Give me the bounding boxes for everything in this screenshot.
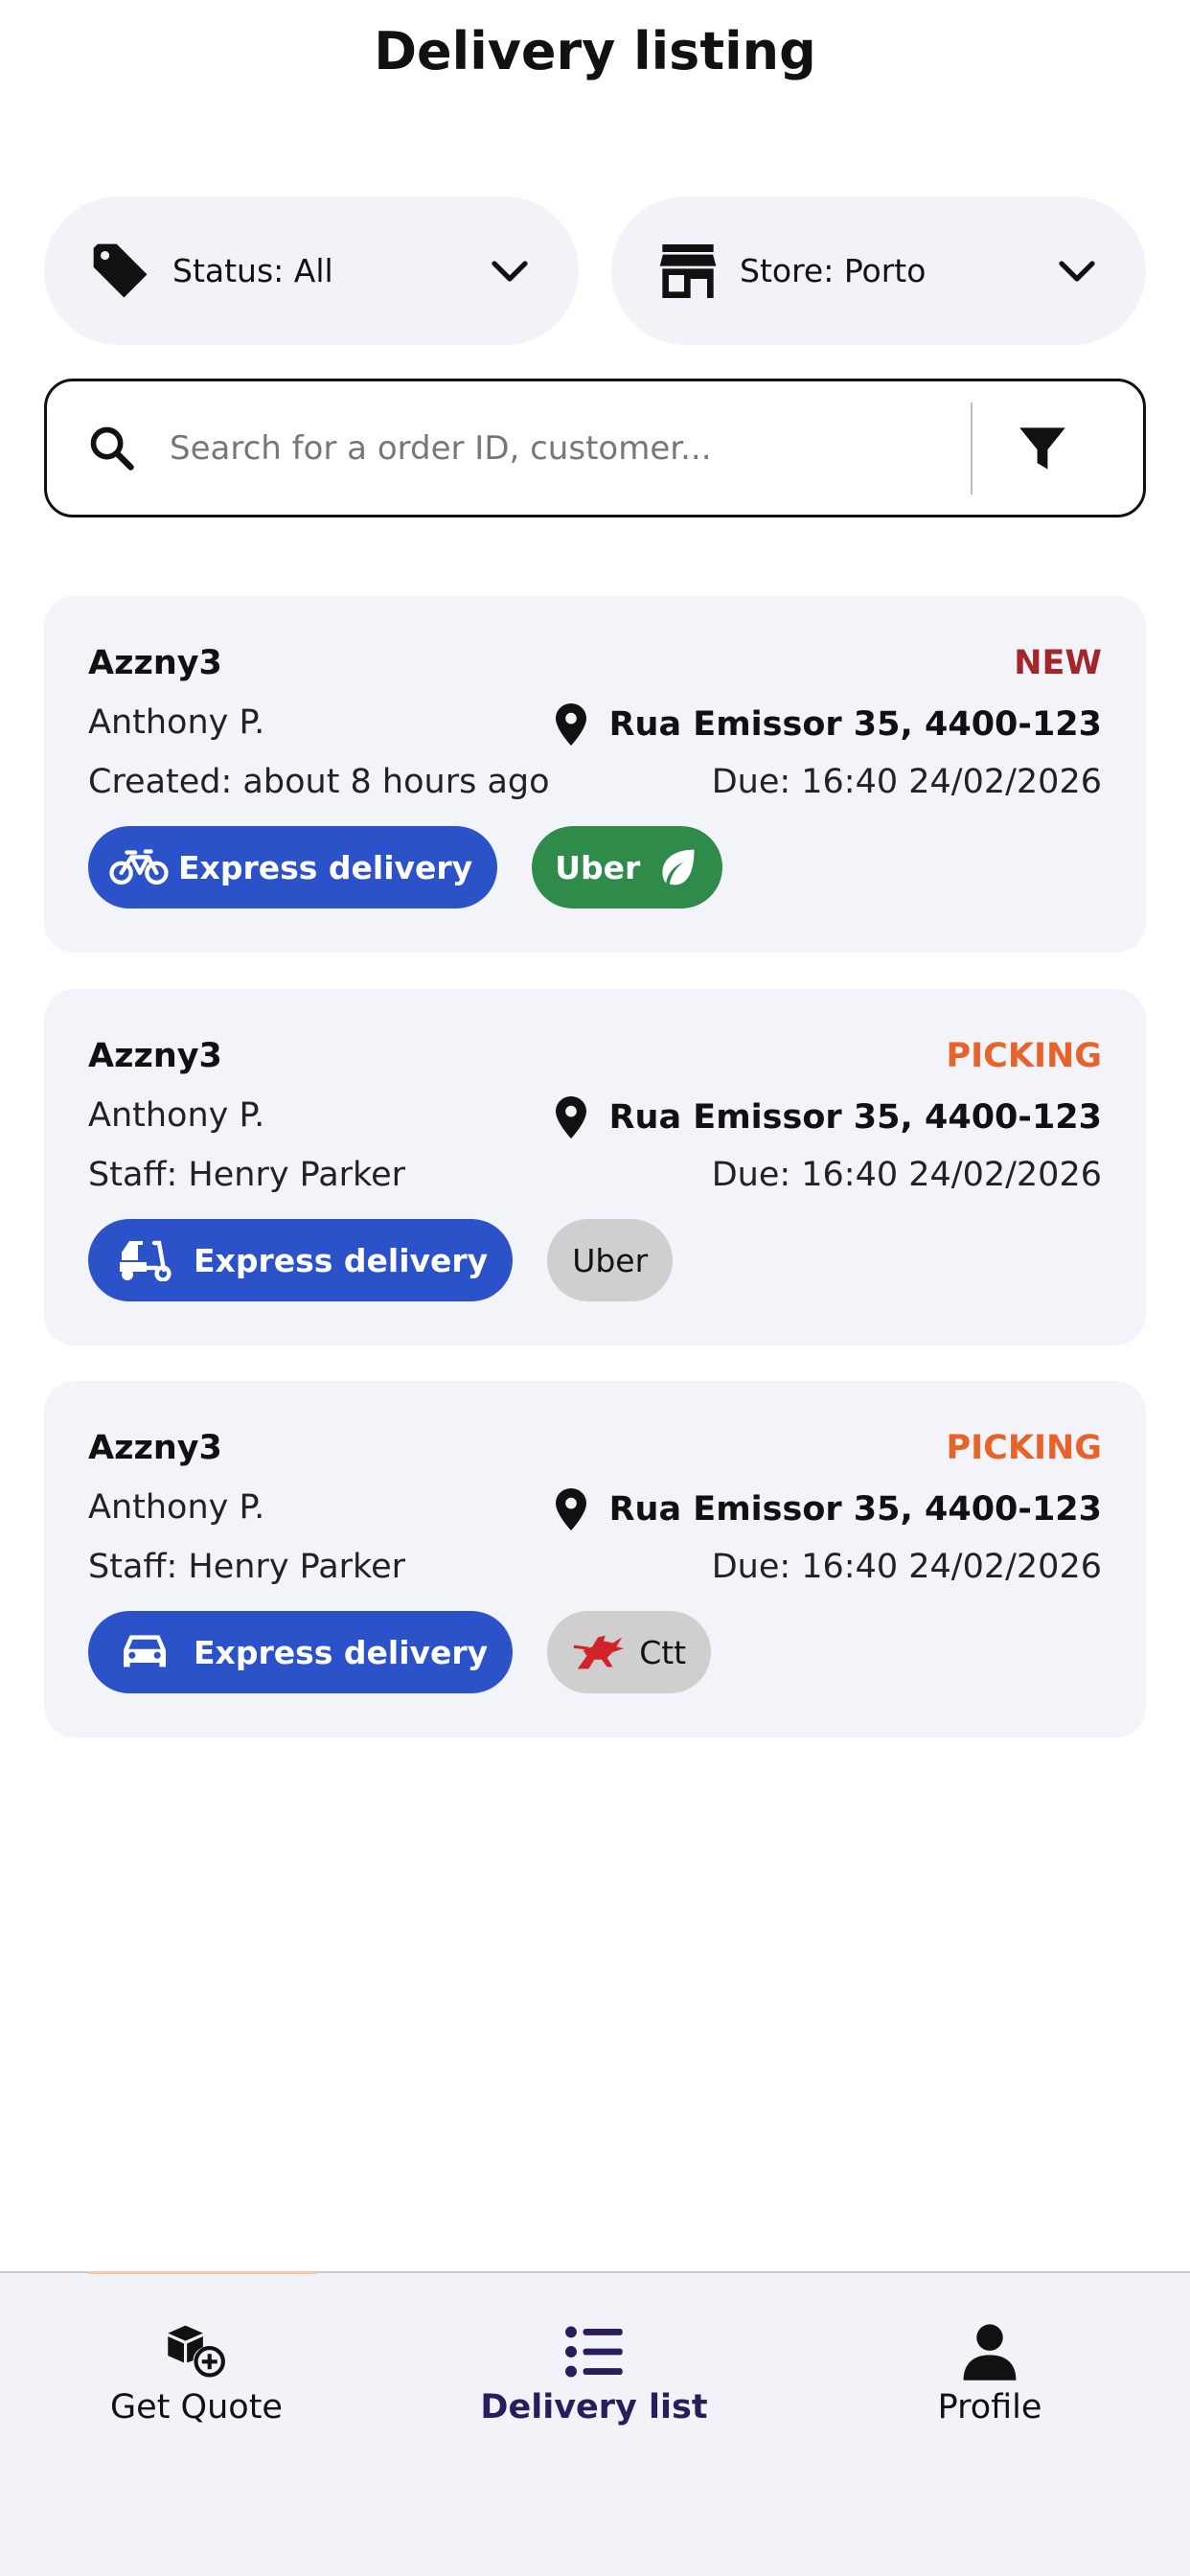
status-filter-label: Status: All [172, 252, 333, 289]
store-filter-label: Store: Porto [740, 252, 927, 289]
order-address-text: Rua Emissor 35, 4400-123 [608, 1098, 1102, 1137]
order-due: Due: 16:40 24/02/2026 [711, 763, 1102, 801]
car-icon [115, 1630, 174, 1674]
location-pin-icon [555, 1488, 586, 1530]
tag-icon [86, 237, 155, 306]
filter-icon [1018, 426, 1065, 470]
store-filter-dropdown[interactable]: Store: Porto [611, 196, 1146, 345]
nav-item-get-quote[interactable]: Get Quote [53, 2323, 340, 2426]
delivery-type-label: Express delivery [178, 848, 473, 886]
list-icon [565, 2326, 623, 2378]
order-brand: Azzny3 [88, 1037, 222, 1075]
chevron-down-icon [487, 248, 533, 294]
provider-label: Ctt [639, 1633, 687, 1671]
order-address-text: Rua Emissor 35, 4400-123 [608, 705, 1102, 744]
order-address: Rua Emissor 35, 4400-123 [554, 1488, 1102, 1530]
delivery-type-label: Express delivery [194, 1241, 489, 1279]
delivery-type-chip: Express delivery [88, 826, 498, 908]
location-pin-icon [555, 703, 586, 746]
order-brand: Azzny3 [88, 644, 222, 682]
provider-label: Uber [572, 1241, 649, 1279]
order-chips: Express delivery Uber [88, 826, 723, 908]
box-plus-icon [168, 2325, 225, 2378]
search-icon [87, 424, 137, 473]
order-staff: Staff: Henry Parker [88, 1156, 405, 1194]
order-card[interactable]: Azzny3 PICKING Anthony P. Rua Emissor 35… [44, 989, 1146, 1346]
scooter-icon [115, 1238, 174, 1282]
ctt-horse-icon [573, 1635, 625, 1669]
delivery-type-chip: Express delivery [88, 1219, 514, 1301]
provider-chip: Uber [532, 826, 723, 908]
order-card[interactable]: Azzny3 PICKING Anthony P. Rua Emissor 35… [44, 1381, 1146, 1737]
chevron-down-icon [1054, 248, 1100, 294]
store-icon [653, 237, 722, 306]
filter-button[interactable] [973, 381, 1111, 515]
bottom-navigation: Get Quote Delivery list Profile [0, 2271, 1190, 2576]
search-input[interactable] [170, 409, 955, 487]
delivery-type-chip: Express delivery [88, 1611, 514, 1693]
order-customer: Anthony P. [88, 703, 265, 742]
order-customer: Anthony P. [88, 1488, 265, 1527]
provider-chip: Ctt [547, 1611, 712, 1693]
nav-label: Profile [937, 2388, 1042, 2426]
status-badge: NEW [1014, 644, 1102, 682]
location-pin-icon [555, 1096, 586, 1138]
provider-chip: Uber [547, 1219, 674, 1301]
order-staff: Staff: Henry Parker [88, 1548, 405, 1586]
order-chips: Express delivery Uber [88, 1219, 674, 1301]
order-chips: Express delivery Ctt [88, 1611, 712, 1693]
user-icon [963, 2324, 1017, 2380]
order-created: Created: about 8 hours ago [88, 763, 550, 801]
order-due: Due: 16:40 24/02/2026 [711, 1548, 1102, 1586]
status-badge: PICKING [946, 1037, 1102, 1075]
provider-label: Uber [555, 848, 641, 886]
nav-accent-line [88, 2271, 316, 2274]
order-address: Rua Emissor 35, 4400-123 [554, 703, 1102, 746]
order-customer: Anthony P. [88, 1096, 265, 1135]
order-brand: Azzny3 [88, 1429, 222, 1467]
nav-label: Delivery list [480, 2388, 708, 2426]
nav-label: Get Quote [110, 2388, 283, 2426]
status-filter-dropdown[interactable]: Status: All [44, 196, 579, 345]
bicycle-icon [109, 845, 169, 889]
page-title: Delivery listing [374, 21, 816, 81]
order-address: Rua Emissor 35, 4400-123 [554, 1096, 1102, 1138]
order-address-text: Rua Emissor 35, 4400-123 [608, 1490, 1102, 1529]
order-due: Due: 16:40 24/02/2026 [711, 1156, 1102, 1194]
status-badge: PICKING [946, 1429, 1102, 1467]
order-card[interactable]: Azzny3 NEW Anthony P. Rua Emissor 35, 44… [44, 596, 1146, 953]
delivery-type-label: Express delivery [194, 1633, 489, 1671]
nav-item-profile[interactable]: Profile [846, 2323, 1133, 2426]
leaf-icon [662, 849, 695, 886]
nav-item-delivery-list[interactable]: Delivery list [450, 2323, 738, 2426]
search-bar [44, 379, 1146, 518]
